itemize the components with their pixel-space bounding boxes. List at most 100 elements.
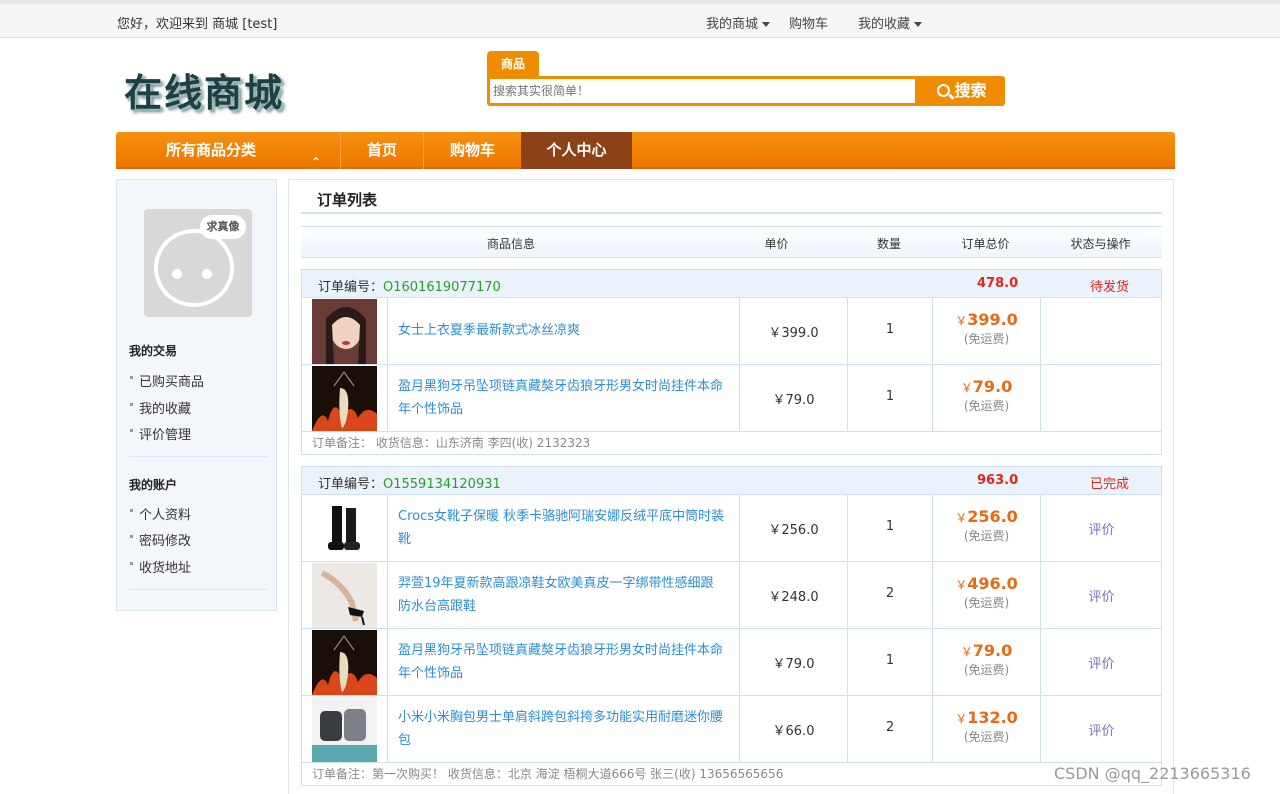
table-row: 羿萱19年夏新款高跟凉鞋女欧美真皮一字绑带性感细跟防水台高跟鞋 ￥248.0 2… [302,562,1161,629]
header-status: 状态与操作 [1070,237,1131,251]
search-tab-goods[interactable]: 商品 [487,51,539,77]
shipping-note: (免运费) [963,399,1010,413]
sidebar-item-profile[interactable]: 个人资料 [129,504,191,523]
subtotal-value: 132.0 [967,708,1018,727]
order-block: 订单编号：O1601619077170 478.0 待发货 女士上衣夏季最新款式… [301,269,1162,455]
divider [129,589,267,590]
table-row: 女士上衣夏季最新款式冰丝凉爽 ￥399.0 1 ￥399.0 (免运费) [302,298,1161,365]
item-subtotal: ￥399.0 (免运费) [933,310,1040,347]
my-mall-menu[interactable]: 我的商城 [706,13,771,32]
order-status: 待发货 [1090,280,1130,295]
nav-home[interactable]: 首页 [340,132,423,169]
account-section-title: 我的账户 [129,478,178,492]
review-link[interactable]: 评价 [1041,519,1162,538]
item-subtotal: ￥256.0 (免运费) [933,507,1040,544]
favorites-label: 我的收藏 [858,17,911,32]
search-bar: 搜索 [487,76,1005,106]
table-row: 盈月黑狗牙吊坠项链真藏獒牙齿狼牙形男女时尚挂件本命年个性饰品 ￥79.0 1 ￥… [302,365,1161,432]
review-link[interactable]: 评价 [1041,586,1162,605]
my-mall-label: 我的商城 [706,17,759,32]
welcome-text: 您好，欢迎来到 商城 [test] [117,17,278,32]
cell-divider [387,298,388,364]
product-name-link[interactable]: 羿萱19年夏新款高跟凉鞋女欧美真皮一字绑带性感细跟防水台高跟鞋 [398,572,726,618]
sidebar-item-password[interactable]: 密码修改 [129,530,191,549]
quantity: 2 [885,586,895,601]
sidebar-item-purchased[interactable]: 已购买商品 [129,371,204,390]
shipping-note: (免运费) [963,529,1010,543]
nav-user-center[interactable]: 个人中心 [521,132,632,169]
quantity: 2 [885,720,895,735]
search-icon [937,84,951,97]
product-thumbnail[interactable] [312,299,377,364]
currency-symbol: ￥ [955,712,968,726]
search-input[interactable] [490,79,915,103]
item-subtotal: ￥132.0 (免运费) [933,708,1040,745]
shipping-note: (免运费) [963,663,1010,677]
unit-price: ￥256.0 [768,523,819,538]
product-thumbnail[interactable] [312,496,377,561]
table-row: Crocs女靴子保暖 秋季卡骆驰阿瑞安娜反绒平底中筒时装靴 ￥256.0 1 ￥… [302,495,1161,562]
order-note: 订单备注： 收货信息：山东济南 李四(收) 2132323 [312,436,591,450]
all-categories-menu[interactable]: 所有商品分类 ⌃ [116,132,340,169]
trade-section-title: 我的交易 [129,344,178,358]
product-name-link[interactable]: Crocs女靴子保暖 秋季卡骆驰阿瑞安娜反绒平底中筒时装靴 [398,505,726,551]
order-status: 已完成 [1090,477,1130,492]
title-underline [301,212,1162,214]
item-subtotal: ￥496.0 (免运费) [933,574,1040,611]
product-thumbnail[interactable] [312,697,377,762]
header-unit-price: 单价 [764,237,789,251]
quantity: 1 [885,389,895,404]
order-header: 订单编号：O1559134120931 963.0 已完成 [302,467,1161,495]
search-button-label: 搜索 [954,81,987,100]
header-quantity: 数量 [876,237,901,251]
order-number[interactable]: O1601619077170 [383,280,501,295]
order-number-label: 订单编号：O1601619077170 [318,276,501,295]
top-cart-link[interactable]: 购物车 [789,13,828,32]
shipping-note: (免运费) [963,730,1010,744]
currency-symbol: ￥ [960,645,973,659]
avatar-face [154,229,234,307]
order-number[interactable]: O1559134120931 [383,477,501,492]
currency-symbol: ￥ [955,314,968,328]
sidebar-item-favorites[interactable]: 我的收藏 [129,398,191,417]
all-categories-label: 所有商品分类 [166,141,257,159]
subtotal-value: 79.0 [972,377,1013,396]
product-name-link[interactable]: 盈月黑狗牙吊坠项链真藏獒牙齿狼牙形男女时尚挂件本命年个性饰品 [398,639,726,685]
review-link[interactable]: 评价 [1041,720,1162,739]
order-label: 订单编号： [318,477,384,492]
subtotal-value: 399.0 [967,310,1018,329]
order-note: 订单备注：第一次购买！ 收货信息：北京 海淀 梧桐大道666号 张三(收) 13… [312,767,784,781]
unit-price: ￥248.0 [768,590,819,605]
site-logo[interactable]: 在线商城 [124,62,284,117]
unit-price: ￥399.0 [768,326,819,341]
review-link[interactable]: 评价 [1041,653,1162,672]
product-name-link[interactable]: 盈月黑狗牙吊坠项链真藏獒牙齿狼牙形男女时尚挂件本命年个性饰品 [398,375,726,421]
avatar[interactable]: 求真像 [144,209,252,317]
product-thumbnail[interactable] [312,563,377,628]
cell-divider [1040,365,1041,431]
nav-cart[interactable]: 购物车 [423,132,521,169]
cell-divider [387,365,388,431]
unit-price: ￥79.0 [772,657,815,672]
product-thumbnail[interactable] [312,630,377,695]
table-header: 商品信息 单价 数量 订单总价 状态与操作 [301,226,1162,258]
product-name-link[interactable]: 女士上衣夏季最新款式冰丝凉爽 [398,319,726,342]
shipping-note: (免运费) [963,596,1010,610]
order-total: 478.0 [977,276,1019,291]
order-number-label: 订单编号：O1559134120931 [318,473,501,492]
currency-symbol: ￥ [955,511,968,525]
sidebar-item-address[interactable]: 收货地址 [129,557,191,576]
subtotal-value: 496.0 [967,574,1018,593]
currency-symbol: ￥ [955,578,968,592]
item-subtotal: ￥79.0 (免运费) [933,641,1040,678]
sidebar-item-reviews[interactable]: 评价管理 [129,424,191,443]
product-name-link[interactable]: 小米小米胸包男士单肩斜跨包斜挎多功能实用耐磨迷你腰包 [398,706,726,752]
table-row: 盈月黑狗牙吊坠项链真藏獒牙齿狼牙形男女时尚挂件本命年个性饰品 ￥79.0 1 ￥… [302,629,1161,696]
favorites-menu[interactable]: 我的收藏 [858,13,923,32]
search-button[interactable]: 搜索 [919,76,1005,106]
order-block: 订单编号：O1559134120931 963.0 已完成 Crocs女靴子保暖… [301,466,1162,786]
chevron-down-icon [762,22,771,27]
cell-divider [387,629,388,695]
product-thumbnail[interactable] [312,366,377,431]
quantity: 1 [885,653,895,668]
